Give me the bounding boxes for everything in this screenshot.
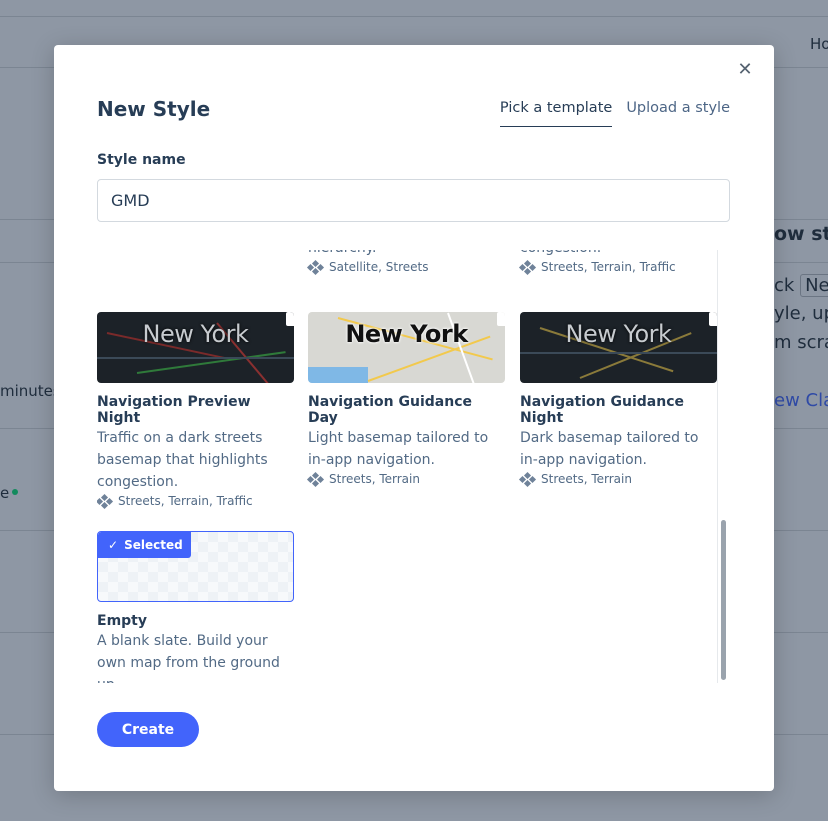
checkmark-icon: ✓	[108, 538, 119, 552]
card-tags: Streets, Terrain, Traffic	[518, 259, 717, 276]
corner-badge	[709, 312, 717, 326]
card-title: Navigation Guidance Night	[520, 394, 684, 426]
style-name-label: Style name	[97, 152, 186, 168]
layers-icon	[306, 471, 325, 488]
tab-upload-style[interactable]: Upload a style	[626, 100, 730, 127]
tab-pick-template[interactable]: Pick a template	[499, 100, 613, 127]
bg-link: ew Clas	[774, 390, 828, 411]
card-title: Navigation Preview Night	[97, 394, 251, 426]
close-icon: ✕	[737, 59, 753, 80]
card-tags: Streets, Terrain	[306, 471, 505, 488]
create-button[interactable]: Create	[97, 712, 199, 747]
scrollbar-thumb[interactable]	[721, 520, 726, 680]
layers-icon	[518, 259, 537, 276]
bg-row-text: minutes	[0, 382, 61, 400]
selected-badge: ✓ Selected	[98, 532, 191, 558]
thumbnail-label: New York	[142, 320, 249, 348]
corner-badge	[497, 312, 505, 326]
style-name-input[interactable]	[97, 179, 730, 222]
thumbnail-label: New York	[565, 320, 672, 348]
template-card-partial[interactable]: congestion. Streets, Terrain, Traffic	[518, 250, 717, 276]
thumbnail-label: New York	[345, 320, 468, 348]
layers-icon	[97, 493, 114, 510]
template-thumbnail: ✓ Selected	[97, 531, 294, 602]
template-card-empty[interactable]: ✓ Selected Empty A blank slate. Build yo…	[97, 531, 294, 683]
card-desc: hierarchy.	[308, 250, 505, 259]
bg-line-3: m scra	[774, 332, 828, 353]
card-desc: congestion.	[520, 250, 717, 259]
close-button[interactable]: ✕	[734, 59, 756, 81]
bg-heading: ow sty	[774, 223, 828, 245]
bg-line-2: yle, uplo	[774, 303, 828, 324]
card-desc: A blank slate. Build your own map from t…	[97, 633, 280, 683]
new-style-modal: ✕ New Style Pick a template Upload a sty…	[54, 45, 774, 791]
nav-link: Ho	[810, 35, 828, 53]
template-card-navigation-guidance-night[interactable]: New York Navigation Guidance Night Dark …	[518, 312, 717, 488]
card-tags: Satellite, Streets	[306, 259, 505, 276]
card-desc: Dark basemap tailored to in-app navigati…	[520, 430, 699, 468]
status-dot	[12, 489, 18, 495]
modal-title: New Style	[97, 97, 211, 121]
template-card-navigation-guidance-day[interactable]: New York Navigation Guidance Day Light b…	[306, 312, 505, 488]
template-grid[interactable]: hierarchy. Satellite, Streets congestion…	[97, 250, 730, 683]
corner-badge	[286, 312, 294, 326]
card-title: Navigation Guidance Day	[308, 394, 472, 426]
card-title: Empty	[97, 613, 147, 629]
divider	[0, 16, 828, 17]
card-tags: Streets, Terrain, Traffic	[97, 493, 294, 510]
layers-icon	[518, 471, 537, 488]
card-desc: Light basemap tailored to in-app navigat…	[308, 430, 489, 468]
bg-status-text: e	[0, 484, 10, 502]
template-thumbnail: New York	[520, 312, 717, 383]
card-desc: Traffic on a dark streets basemap that h…	[97, 430, 268, 490]
layers-icon	[306, 259, 325, 276]
card-tags: Streets, Terrain	[518, 471, 717, 488]
template-thumbnail: New York	[97, 312, 294, 383]
bg-line-1: ck New	[774, 274, 828, 297]
tabs: Pick a template Upload a style	[499, 100, 730, 127]
template-thumbnail: New York	[308, 312, 505, 383]
template-card-partial[interactable]: hierarchy. Satellite, Streets	[306, 250, 505, 276]
template-card-navigation-preview-night[interactable]: New York Navigation Preview Night Traffi…	[97, 312, 294, 510]
